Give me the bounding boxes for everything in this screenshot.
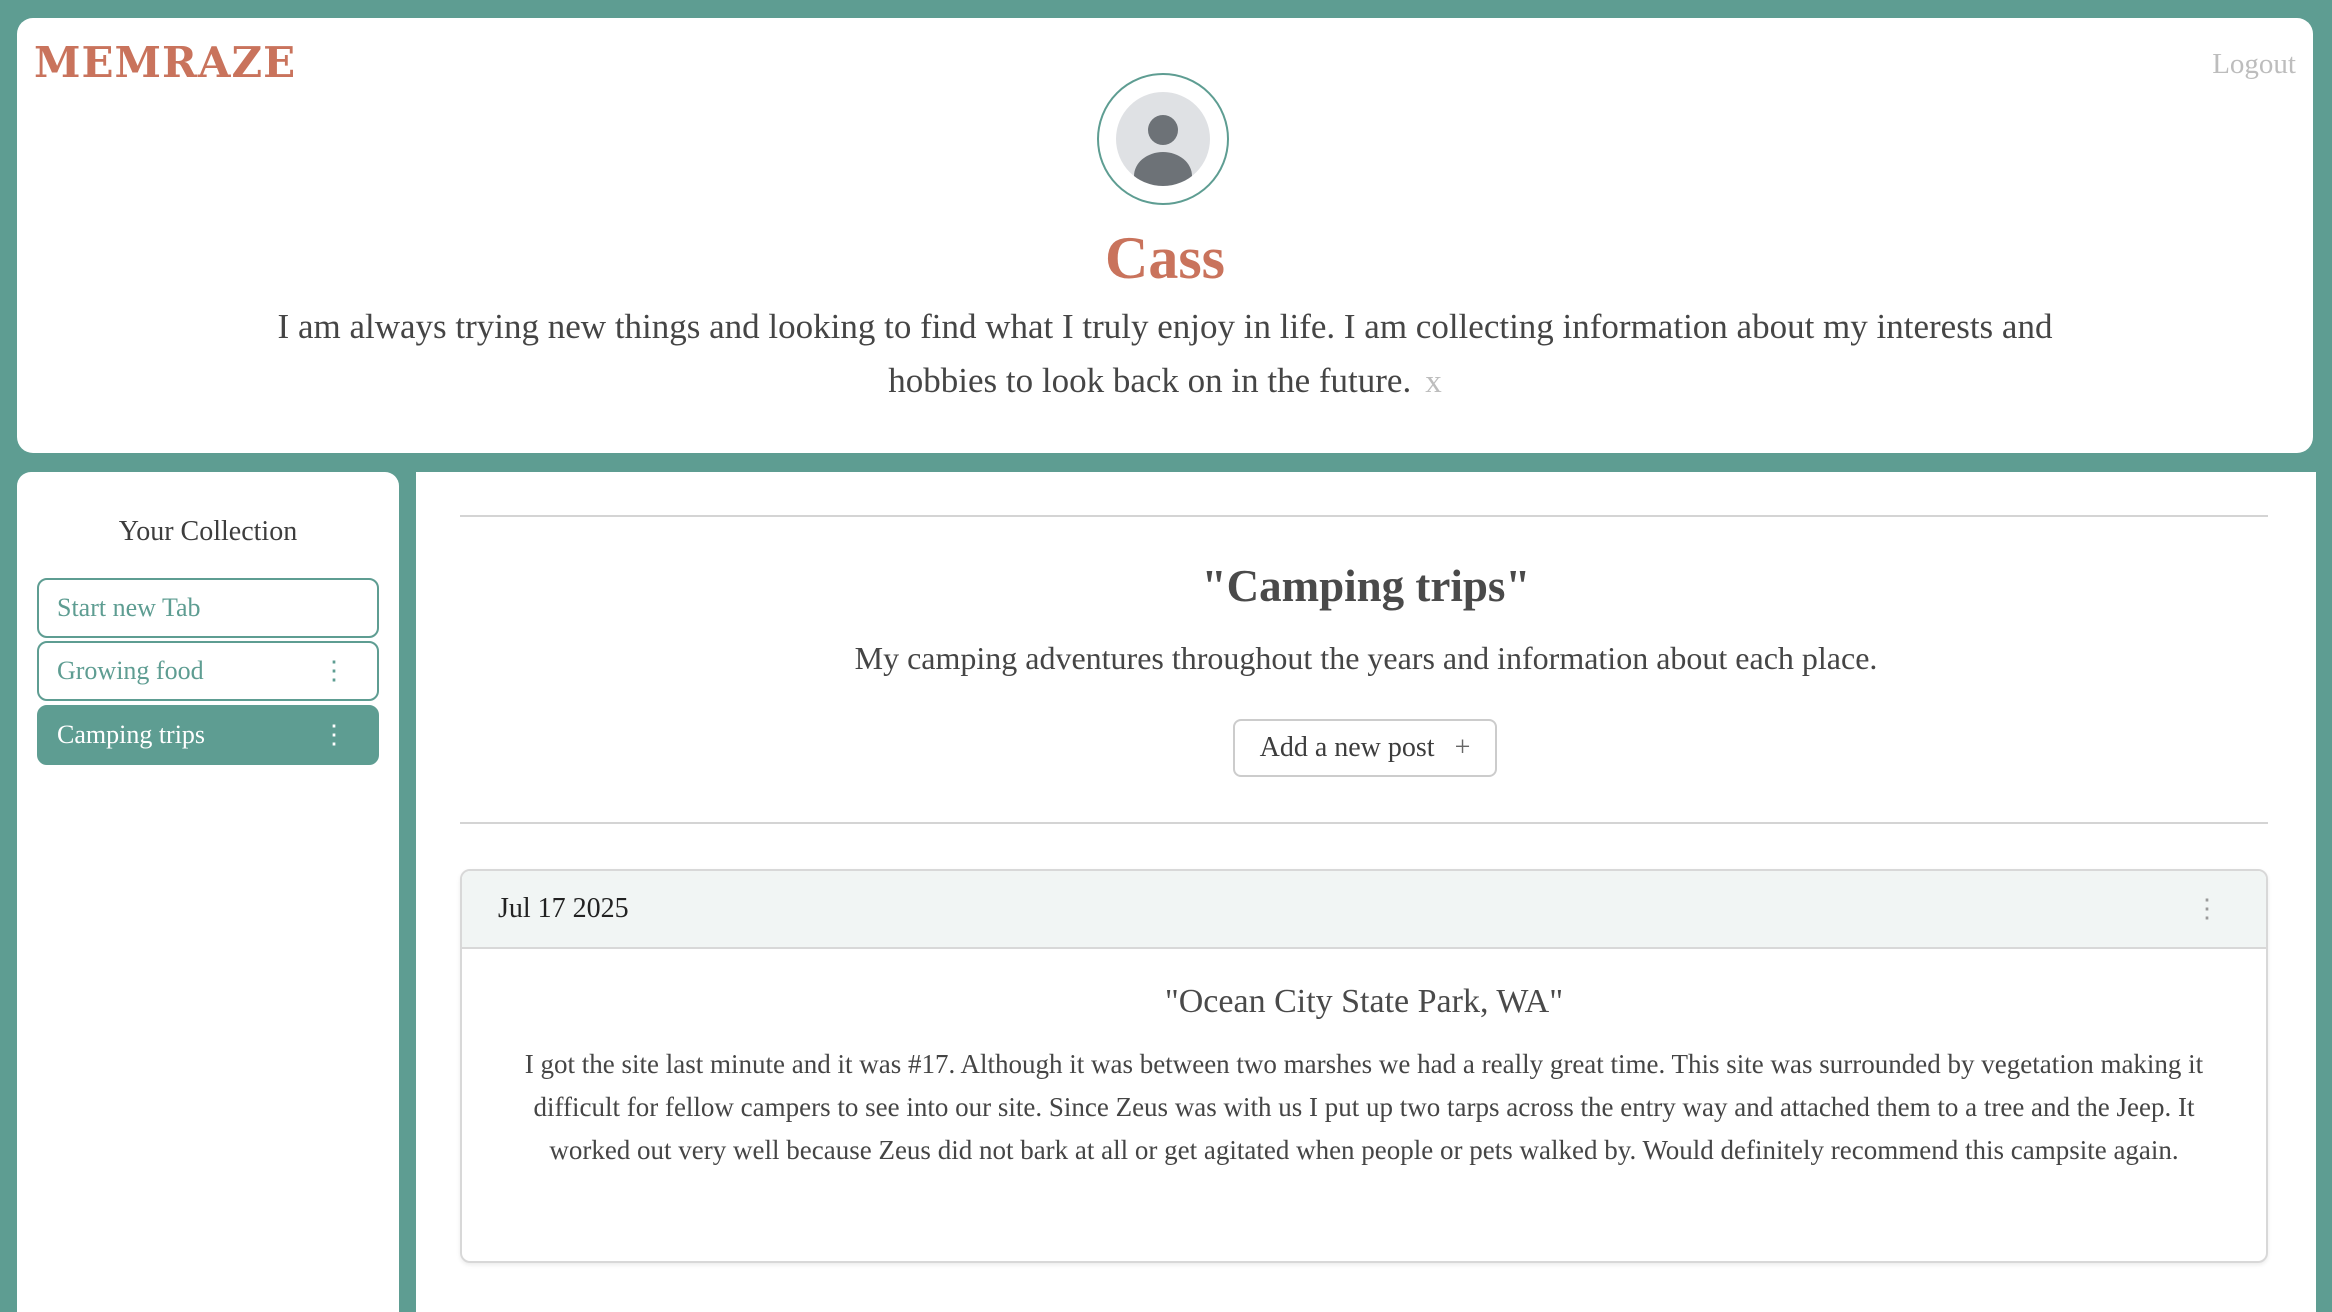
sidebar-item-growing-food[interactable]: Growing food ⋮ (37, 641, 379, 701)
profile-header: MEMRAZE Logout Cass I am always trying n… (17, 18, 2313, 453)
avatar[interactable] (1097, 73, 1229, 205)
sidebar-item-camping-trips[interactable]: Camping trips ⋮ (37, 705, 379, 765)
post-header: Jul 17 2025 ⋮ (462, 871, 2266, 949)
brand-logo[interactable]: MEMRAZE (34, 38, 296, 87)
tab-description: My camping adventures throughout the yea… (854, 640, 1878, 676)
profile-name: Cass (1104, 225, 1226, 291)
start-new-tab-button[interactable]: Start new Tab (37, 578, 379, 638)
more-options-icon[interactable]: ⋮ (321, 722, 359, 748)
add-post-button[interactable]: Add a new post + (1233, 719, 1497, 777)
divider (460, 822, 2268, 824)
post-title: "Ocean City State Park, WA" (1164, 983, 1564, 1020)
tab-content: "Camping trips" My camping adventures th… (416, 472, 2316, 1312)
sidebar-title: Your Collection (118, 516, 298, 547)
bio-close-button[interactable]: x (1425, 364, 1442, 400)
bio-text: I am always trying new things and lookin… (277, 307, 2053, 400)
divider (460, 515, 2268, 517)
post-options-icon[interactable]: ⋮ (2194, 894, 2230, 924)
logout-link[interactable]: Logout (2212, 48, 2296, 81)
tab-title: "Camping trips" (1201, 561, 1531, 611)
more-options-icon[interactable]: ⋮ (321, 658, 359, 684)
plus-icon: + (1454, 732, 1471, 763)
add-post-label: Add a new post (1259, 732, 1435, 763)
user-avatar-icon (1116, 92, 1210, 186)
sidebar-item-label: Camping trips (57, 720, 206, 749)
collection-sidebar: Your Collection Start new Tab Growing fo… (17, 472, 399, 1312)
sidebar-item-label: Growing food (57, 656, 204, 685)
sidebar-item-label: Start new Tab (57, 593, 201, 622)
post-body: I got the site last minute and it was #1… (524, 1049, 2204, 1165)
post-date: Jul 17 2025 (498, 893, 629, 924)
profile-bio: I am always trying new things and lookin… (257, 300, 2073, 409)
post-card: Jul 17 2025 ⋮ "Ocean City State Park, WA… (460, 869, 2268, 1263)
